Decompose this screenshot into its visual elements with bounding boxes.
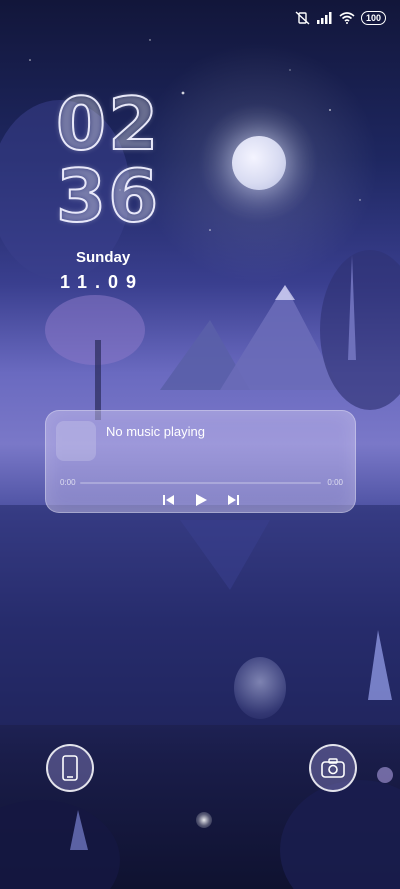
status-bar: 100 [295, 8, 386, 28]
time-total: 0:00 [327, 478, 343, 487]
music-controls [46, 493, 355, 507]
music-progress-bar[interactable] [80, 482, 321, 484]
home-indicator [196, 812, 212, 828]
music-widget[interactable]: No music playing 0:00 0:00 [45, 410, 356, 513]
time-elapsed: 0:00 [60, 478, 76, 487]
play-button[interactable] [193, 493, 209, 507]
next-icon [227, 495, 239, 505]
music-title: No music playing [106, 424, 205, 439]
previous-button[interactable] [161, 493, 177, 507]
previous-icon [162, 495, 174, 505]
play-icon [195, 494, 207, 506]
mute-vibrate-icon [295, 11, 310, 25]
wifi-icon [339, 12, 355, 24]
moon [232, 136, 286, 190]
moon-reflection [234, 657, 286, 719]
signal-icon [316, 12, 332, 24]
date-label: 11.09 [60, 272, 145, 292]
battery-indicator: 100 [360, 11, 386, 25]
phone-icon [62, 755, 78, 781]
next-button[interactable] [225, 493, 241, 507]
day-label: Sunday [76, 249, 131, 266]
lock-screen: 100 02 36 Sunday 11.09 No music playing … [0, 0, 400, 889]
clock-minutes: 36 [55, 154, 161, 238]
camera-shortcut-button[interactable] [309, 744, 357, 792]
album-art-placeholder [56, 421, 96, 461]
clock-hours: 02 [55, 82, 161, 166]
lock-clock: 02 36 [55, 82, 161, 238]
camera-icon [321, 758, 345, 778]
phone-shortcut-button[interactable] [46, 744, 94, 792]
